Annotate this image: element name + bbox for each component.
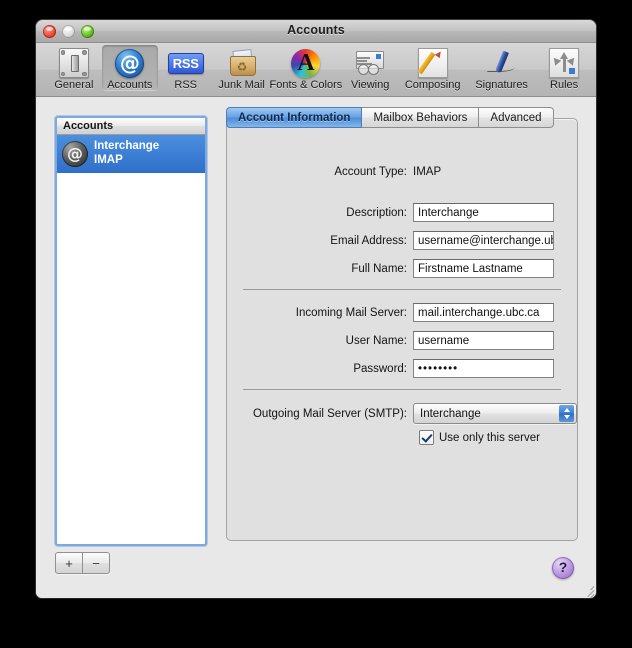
user-name-input[interactable]: username (413, 331, 554, 350)
font-color-wheel-icon (270, 47, 343, 79)
at-sign-icon: @ (102, 47, 158, 79)
junk-basket-icon: ♻ (214, 47, 270, 79)
password-label: Password: (227, 363, 413, 375)
tab-bar: Account Information Mailbox Behaviors Ad… (226, 107, 554, 128)
row-user-name: User Name: username (227, 331, 577, 350)
remove-account-button[interactable]: − (83, 552, 110, 574)
outgoing-mail-server-label: Outgoing Mail Server (SMTP): (227, 408, 413, 420)
row-password: Password: •••••••• (227, 359, 577, 378)
account-type-label: Account Type: (227, 166, 413, 178)
password-input[interactable]: •••••••• (413, 359, 554, 378)
toolbar-label-viewing: Viewing (342, 79, 398, 91)
account-type-value: IMAP (413, 166, 441, 178)
accounts-list[interactable]: Accounts @ Interchange IMAP (55, 116, 207, 546)
use-only-this-server-checkbox[interactable] (419, 430, 434, 445)
row-account-type: Account Type: IMAP (227, 166, 577, 178)
description-input[interactable]: Interchange (413, 203, 554, 222)
account-information-panel: Account Type: IMAP Description: Intercha… (226, 118, 578, 541)
row-incoming-mail-server: Incoming Mail Server: mail.interchange.u… (227, 303, 577, 322)
tab-mailbox-behaviors[interactable]: Mailbox Behaviors (362, 107, 479, 128)
email-address-input[interactable]: username@interchange.ubc.ca (413, 231, 554, 250)
toolbar-item-accounts[interactable]: @ Accounts (102, 45, 158, 91)
full-name-input[interactable]: Firstname Lastname (413, 259, 554, 278)
toolbar-label-fonts-colors: Fonts & Colors (270, 79, 343, 91)
accounts-preferences-window: Accounts General @ Accounts RSS (36, 20, 596, 598)
preferences-content: Accounts @ Interchange IMAP + − Account … (36, 97, 596, 598)
account-list-buttons: + − (55, 552, 110, 574)
toolbar-label-rss: RSS (158, 79, 214, 91)
fountain-pen-icon (467, 47, 536, 79)
email-address-label: Email Address: (227, 235, 413, 247)
toolbar-item-viewing[interactable]: Viewing (342, 45, 398, 91)
rules-arrows-icon (536, 47, 592, 79)
resize-grip[interactable] (580, 582, 594, 596)
outgoing-mail-server-value: Interchange (420, 408, 481, 420)
pencil-icon (398, 47, 467, 79)
rss-icon: RSS (158, 47, 214, 79)
toolbar-item-general[interactable]: General (46, 45, 102, 91)
toolbar-item-rules[interactable]: Rules (536, 45, 592, 91)
toolbar-item-junk-mail[interactable]: ♻ Junk Mail (214, 45, 270, 91)
description-label: Description: (227, 207, 413, 219)
row-description: Description: Interchange (227, 203, 577, 222)
toolbar-label-accounts: Accounts (102, 79, 158, 91)
use-only-this-server-row[interactable]: Use only this server (419, 430, 540, 445)
row-full-name: Full Name: Firstname Lastname (227, 259, 577, 278)
full-name-label: Full Name: (227, 263, 413, 275)
form-separator-1 (243, 289, 561, 290)
row-email-address: Email Address: username@interchange.ubc.… (227, 231, 577, 250)
account-name: Interchange (94, 140, 159, 154)
title-bar: Accounts (36, 20, 596, 43)
toolbar-label-general: General (46, 79, 102, 91)
rss-badge-text: RSS (168, 53, 204, 74)
preferences-toolbar: General @ Accounts RSS RSS ♻ Junk Mail (36, 43, 596, 97)
account-protocol: IMAP (94, 154, 159, 168)
toolbar-label-junk-mail: Junk Mail (214, 79, 270, 91)
add-account-button[interactable]: + (55, 552, 83, 574)
outgoing-mail-server-select[interactable]: Interchange (413, 403, 577, 424)
window-title: Accounts (36, 23, 596, 37)
viewing-icon (342, 47, 398, 79)
toolbar-item-composing[interactable]: Composing (398, 45, 467, 91)
accounts-list-header: Accounts (57, 118, 205, 135)
toolbar-label-rules: Rules (536, 79, 592, 91)
use-only-this-server-label: Use only this server (439, 432, 540, 444)
display-icon (46, 47, 102, 79)
help-button[interactable]: ? (552, 557, 574, 579)
incoming-mail-server-input[interactable]: mail.interchange.ubc.ca (413, 303, 554, 322)
account-globe-icon: @ (62, 141, 88, 167)
user-name-label: User Name: (227, 335, 413, 347)
toolbar-label-composing: Composing (398, 79, 467, 91)
tab-account-information[interactable]: Account Information (226, 107, 362, 128)
incoming-mail-server-label: Incoming Mail Server: (227, 307, 413, 319)
account-tabview: Account Information Mailbox Behaviors Ad… (226, 107, 578, 541)
form-separator-2 (243, 389, 561, 390)
list-item[interactable]: @ Interchange IMAP (57, 135, 205, 173)
row-outgoing-mail-server: Outgoing Mail Server (SMTP): Interchange (227, 403, 577, 424)
chevron-updown-icon[interactable] (559, 405, 574, 422)
toolbar-item-fonts-colors[interactable]: Fonts & Colors (270, 45, 343, 91)
toolbar-item-signatures[interactable]: Signatures (467, 45, 536, 91)
toolbar-label-signatures: Signatures (467, 79, 536, 91)
tab-advanced[interactable]: Advanced (479, 107, 553, 128)
toolbar-item-rss[interactable]: RSS RSS (158, 45, 214, 91)
